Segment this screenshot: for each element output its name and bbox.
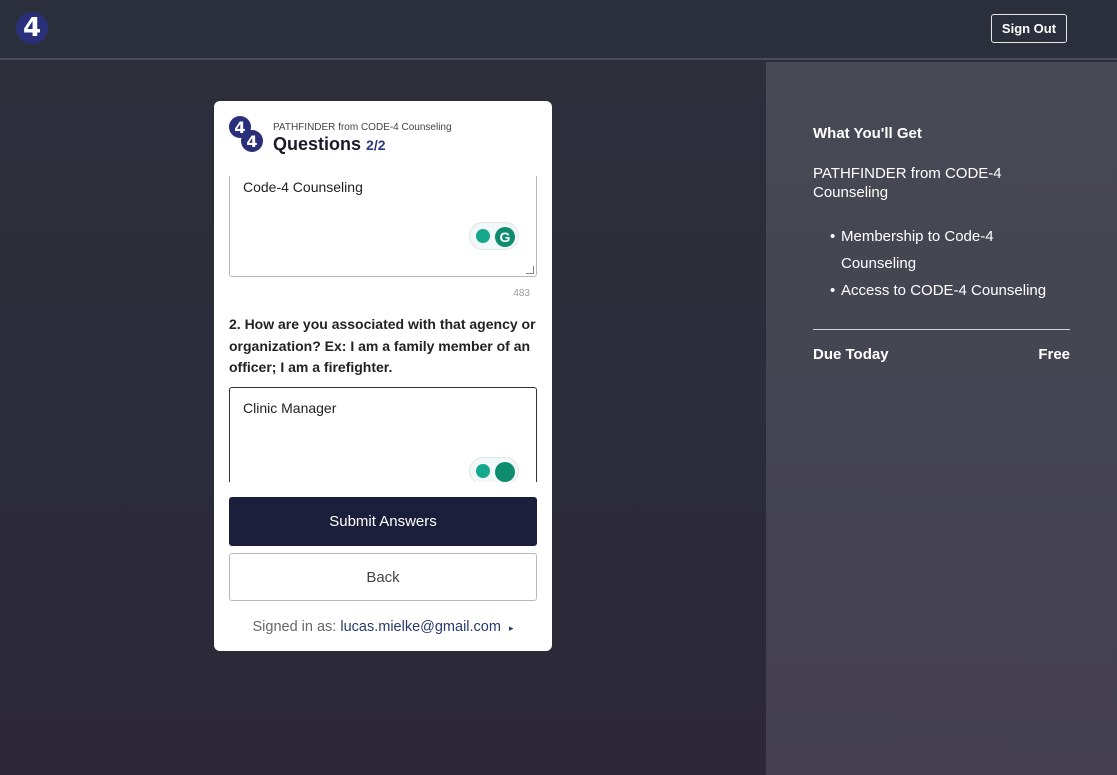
answer-1-textarea[interactable]: Code-4 Counseling G (229, 176, 537, 277)
benefit-item: Membership to Code-4 Counseling (830, 223, 1070, 277)
back-button[interactable]: Back (229, 553, 537, 601)
resize-handle-icon[interactable] (526, 266, 534, 274)
card-subtitle: PATHFINDER from CODE-4 Counseling (273, 122, 452, 133)
caret-right-icon[interactable]: ▸ (509, 623, 514, 633)
card-title: Questions 2/2 (273, 134, 386, 155)
question-2-label: 2. How are you associated with that agen… (229, 316, 536, 375)
signed-in-prefix: Signed in as: (252, 619, 337, 635)
card-title-text: Questions (273, 134, 362, 154)
due-today-value: Free (1038, 346, 1070, 363)
logo-circle-bottom: 4 (241, 130, 263, 152)
questions-scroll-area[interactable]: Code-4 Counseling G 483 2. How are you a… (214, 176, 552, 482)
answer-1-value: Code-4 Counseling (243, 179, 363, 195)
benefits-list: Membership to Code-4 Counseling Access t… (830, 223, 1070, 304)
lightbulb-icon (476, 464, 490, 478)
signed-in-info: Signed in as: lucas.mielke@gmail.com ▸ (214, 619, 552, 635)
grammarly-icon (495, 462, 515, 482)
grammarly-icon: G (495, 227, 515, 247)
account-email-link[interactable]: lucas.mielke@gmail.com (340, 619, 501, 635)
lightbulb-icon (476, 229, 490, 243)
answer-2-textarea[interactable]: Clinic Manager (229, 387, 537, 482)
sign-out-button[interactable]: Sign Out (991, 14, 1067, 43)
submit-answers-button[interactable]: Submit Answers (229, 497, 537, 546)
step-indicator: 2/2 (366, 137, 386, 153)
order-summary-panel: What You'll Get PATHFINDER from CODE-4 C… (766, 62, 1117, 775)
character-counter: 483 (513, 288, 530, 299)
top-bar: 4 Sign Out (0, 0, 1117, 60)
card-logo: 4 4 (229, 116, 265, 154)
summary-title: What You'll Get (813, 125, 922, 142)
benefit-item: Access to CODE-4 Counseling (830, 277, 1070, 304)
due-today-label: Due Today (813, 346, 889, 363)
questions-card: 4 4 PATHFINDER from CODE-4 Counseling Qu… (214, 101, 552, 651)
brand-logo[interactable]: 4 (16, 12, 48, 44)
product-name: PATHFINDER from CODE-4 Counseling (813, 165, 1002, 201)
grammarly-widget-2[interactable] (469, 457, 519, 482)
answer-2-value: Clinic Manager (243, 400, 337, 416)
summary-divider (813, 329, 1070, 330)
grammarly-widget[interactable]: G (469, 222, 519, 250)
